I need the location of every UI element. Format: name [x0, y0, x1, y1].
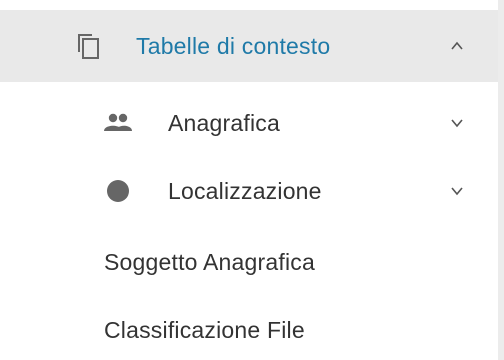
chevron-down-icon[interactable]	[450, 116, 464, 130]
menu-item-label: Classificazione File	[104, 316, 305, 343]
menu-item-anagrafica[interactable]: Anagrafica	[0, 92, 498, 154]
people-icon	[102, 107, 134, 139]
menu-item-label: Localizzazione	[168, 177, 322, 204]
copy-icon	[72, 30, 104, 62]
menu-item-classificazione-file[interactable]: Classificazione File	[0, 302, 498, 358]
menu-item-label: Soggetto Anagrafica	[104, 248, 315, 275]
circle-icon	[102, 175, 134, 207]
menu-item-tabelle-di-contesto[interactable]: Tabelle di contesto	[0, 10, 498, 82]
chevron-up-icon[interactable]	[450, 39, 464, 53]
sidebar-menu: Tabelle di contesto Anagrafica Localizza…	[0, 0, 504, 360]
menu-item-soggetto-anagrafica[interactable]: Soggetto Anagrafica	[0, 234, 498, 290]
menu-item-localizzazione[interactable]: Localizzazione	[0, 160, 498, 222]
chevron-down-icon[interactable]	[450, 184, 464, 198]
scroll-edge	[498, 0, 504, 360]
menu-item-label: Tabelle di contesto	[136, 32, 331, 59]
menu-item-label: Anagrafica	[168, 109, 280, 136]
